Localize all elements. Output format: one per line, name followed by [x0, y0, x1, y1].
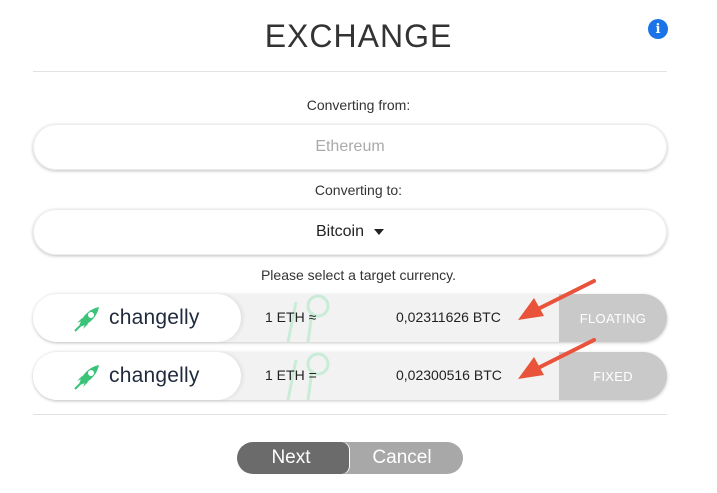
provider-logo: changelly	[33, 352, 241, 400]
rocket-icon	[74, 307, 99, 332]
annotation-arrow-icon	[518, 338, 596, 379]
from-currency-placeholder: Ethereum	[315, 138, 385, 155]
next-button[interactable]: Next	[237, 442, 349, 474]
header-divider	[33, 71, 667, 72]
annotation-arrow-icon	[518, 279, 596, 320]
provider-name: changelly	[109, 306, 200, 329]
rate-value: 0,02311626 BTC	[396, 309, 501, 325]
to-currency-value: Bitcoin	[315, 223, 365, 240]
footer-divider	[33, 414, 667, 415]
from-label: Converting from:	[306, 97, 411, 113]
action-buttons: Cancel Next	[237, 442, 463, 474]
rate-value: 0,02300516 BTC	[396, 367, 502, 383]
rate-pair: 1 ETH =	[265, 367, 317, 383]
to-currency-select[interactable]: Bitcoin	[33, 209, 667, 255]
provider-logo: changelly	[33, 294, 241, 342]
from-currency-input[interactable]: Ethereum	[33, 124, 667, 170]
target-currency-hint: Please select a target currency.	[260, 267, 457, 283]
rate-pair: 1 ETH ≈	[265, 309, 317, 325]
rocket-icon	[74, 365, 99, 390]
page-title: EXCHANGE	[264, 18, 453, 54]
info-icon[interactable]: i	[648, 19, 668, 39]
provider-name: changelly	[109, 364, 200, 387]
to-label: Converting to:	[314, 182, 403, 198]
cancel-button[interactable]: Cancel	[341, 442, 463, 474]
chevron-down-icon	[374, 229, 385, 235]
